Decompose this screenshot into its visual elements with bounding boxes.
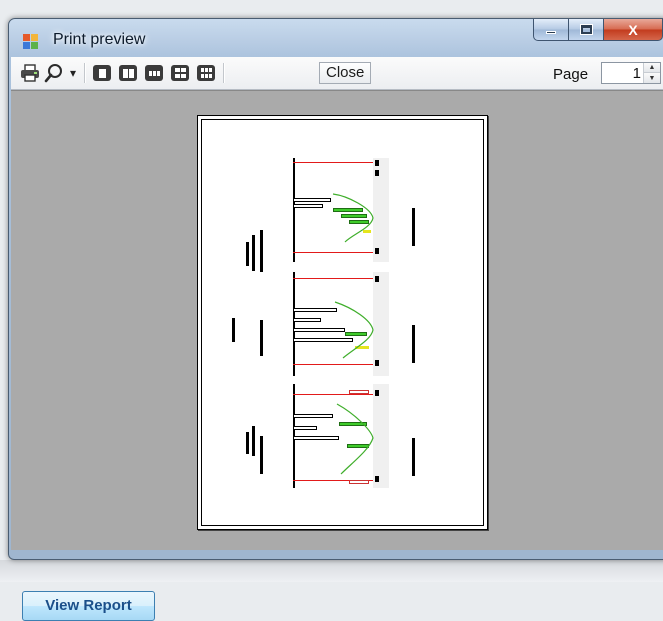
- three-pages-icon: [145, 65, 163, 81]
- minimize-icon: [546, 31, 556, 34]
- window-shadow-area: [0, 560, 663, 582]
- report-title-text: [232, 318, 235, 342]
- zoom-button[interactable]: [43, 62, 65, 84]
- page-thumbnail[interactable]: [197, 115, 488, 530]
- stat-label: [375, 476, 379, 482]
- report-header-text: [246, 432, 249, 454]
- report-footer-text: [412, 325, 415, 363]
- histogram-chart: [293, 272, 389, 376]
- normal-curve: [336, 403, 374, 475]
- preview-canvas[interactable]: [11, 90, 663, 550]
- arrow-up-icon: ▲: [648, 64, 656, 71]
- spinner-buttons: ▲ ▼: [643, 63, 660, 83]
- maximize-icon: [579, 24, 593, 35]
- close-preview-button[interactable]: Close: [319, 62, 372, 84]
- magnifier-icon: [44, 64, 62, 83]
- toolbar-separator: [223, 63, 225, 83]
- close-window-button[interactable]: X: [604, 19, 663, 41]
- four-pages-button[interactable]: [169, 62, 191, 84]
- report-header-text: [252, 235, 255, 271]
- print-preview-app-icon: [23, 34, 39, 50]
- arrow-down-icon: ▼: [648, 74, 656, 82]
- stat-label: [375, 360, 379, 366]
- minimize-button[interactable]: [533, 19, 569, 41]
- report-footer-text: [412, 208, 415, 246]
- two-pages-icon: [119, 65, 137, 81]
- spinner-down-button[interactable]: ▼: [644, 73, 660, 83]
- stat-label: [375, 170, 379, 176]
- four-pages-icon: [171, 65, 189, 81]
- report-header-text: [260, 320, 263, 356]
- report-header-text: [260, 436, 263, 474]
- title-bar[interactable]: Print preview X: [9, 19, 663, 57]
- preview-toolbar: ▾ Close Page 1 ▲ ▼: [11, 57, 663, 90]
- chevron-down-icon: ▾: [69, 66, 77, 80]
- stat-label: [375, 390, 379, 396]
- stat-label: [375, 248, 379, 254]
- page-number-value[interactable]: 1: [633, 65, 641, 82]
- report-header-text: [260, 230, 263, 272]
- one-page-icon: [93, 65, 111, 81]
- print-button[interactable]: [19, 62, 41, 84]
- page-number-spinner[interactable]: 1 ▲ ▼: [601, 62, 661, 84]
- stat-label: [375, 276, 379, 282]
- histogram-chart: [293, 384, 389, 488]
- histogram-chart: [293, 158, 389, 262]
- six-pages-icon: [197, 65, 215, 81]
- one-page-button[interactable]: [91, 62, 113, 84]
- view-report-button[interactable]: View Report: [22, 591, 155, 621]
- print-preview-window: Print preview X ▾ Close Page 1 ▲ ▼: [8, 18, 663, 560]
- caption-buttons: X: [533, 19, 663, 41]
- page-border: [201, 119, 484, 526]
- toolbar-separator: [84, 63, 86, 83]
- report-footer-text: [412, 438, 415, 476]
- three-pages-button[interactable]: [143, 62, 165, 84]
- six-pages-button[interactable]: [195, 62, 217, 84]
- zoom-dropdown[interactable]: ▾: [67, 62, 79, 84]
- report-header-text: [252, 426, 255, 456]
- window-title: Print preview: [53, 31, 146, 48]
- printer-icon: [21, 64, 39, 82]
- stat-label: [375, 160, 379, 166]
- two-pages-button[interactable]: [117, 62, 139, 84]
- close-icon: X: [628, 21, 638, 38]
- report-header-text: [246, 242, 249, 266]
- maximize-button[interactable]: [569, 19, 604, 41]
- spinner-up-button[interactable]: ▲: [644, 63, 660, 73]
- page-label: Page: [553, 66, 589, 83]
